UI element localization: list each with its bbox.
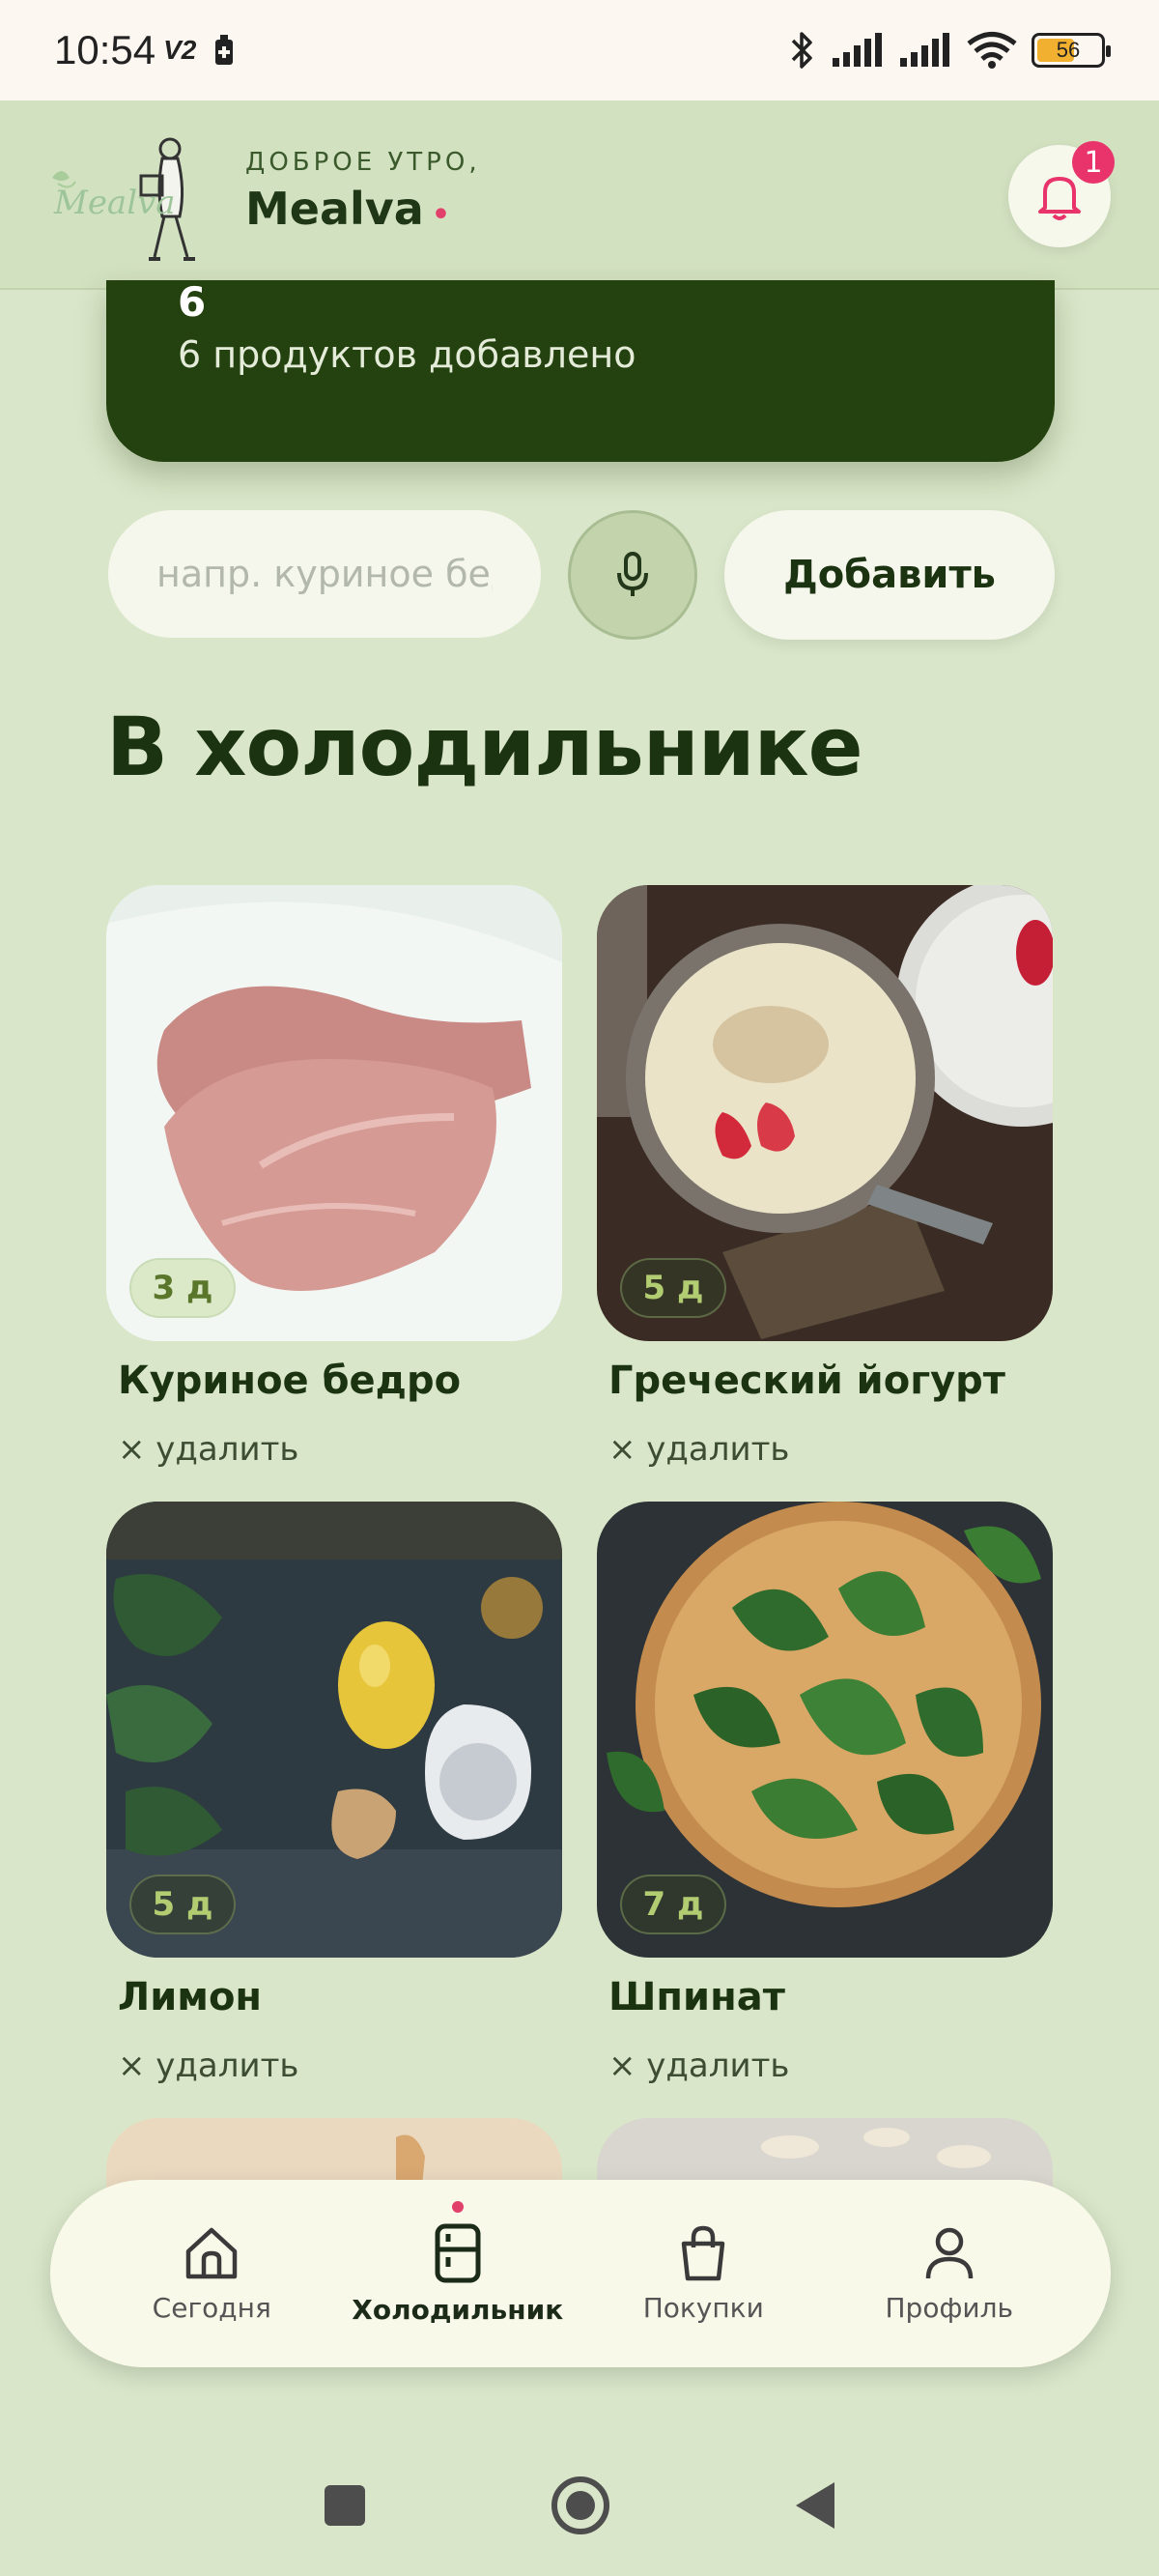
bottom-navigation: Сегодня Холодильник Покупки Профиль bbox=[50, 2180, 1111, 2367]
battery-level: 56 bbox=[1056, 38, 1081, 62]
status-icons: 56 bbox=[788, 29, 1111, 72]
active-indicator bbox=[451, 2200, 464, 2213]
mealva-logo: Mealva bbox=[48, 122, 212, 267]
nav-fridge[interactable]: Холодильник bbox=[342, 2200, 574, 2326]
greeting-subtitle: ДОБРОЕ УТРО, bbox=[245, 148, 481, 177]
recent-apps-icon[interactable] bbox=[323, 2483, 367, 2528]
section-title: В холодильнике bbox=[106, 700, 863, 794]
nav-today[interactable]: Сегодня bbox=[96, 2224, 327, 2324]
system-navigation bbox=[0, 2435, 1159, 2576]
product-name: Лимон bbox=[118, 1975, 263, 2019]
status-network-label: V2 bbox=[163, 35, 197, 65]
wifi-icon bbox=[967, 32, 1017, 69]
battery-icon: 56 bbox=[1032, 33, 1111, 68]
days-badge: 5 д bbox=[129, 1875, 236, 1934]
nav-label: Покупки bbox=[642, 2291, 764, 2324]
nav-shopping[interactable]: Покупки bbox=[587, 2224, 819, 2324]
accent-dot: • bbox=[431, 198, 450, 232]
lemon-image: 5 д bbox=[106, 1502, 562, 1958]
screen: 10:54 V2 56 Mealva ДОБРОЕ УТРО, Mealva •… bbox=[0, 0, 1159, 2576]
summary-text: 6 продуктов добавлено bbox=[178, 333, 636, 376]
signal-icon bbox=[833, 33, 882, 67]
fridge-icon bbox=[435, 2223, 481, 2282]
product-name: Греческий йогурт bbox=[608, 1359, 1005, 1403]
days-badge: 5 д bbox=[620, 1258, 726, 1318]
summary-card: 6 6 продуктов добавлено bbox=[106, 278, 1055, 462]
product-name: Куриное бедро bbox=[118, 1359, 462, 1403]
logo-text: Mealva bbox=[54, 184, 176, 222]
summary-count: 6 bbox=[178, 278, 207, 326]
nav-label: Сегодня bbox=[152, 2291, 271, 2324]
add-button[interactable]: Добавить bbox=[724, 510, 1055, 640]
greek-yogurt-image: 5 д bbox=[597, 885, 1053, 1341]
remove-button[interactable]: × удалить bbox=[118, 1430, 562, 1469]
chicken-thigh-image: 3 д bbox=[106, 885, 562, 1341]
microphone-icon bbox=[617, 552, 648, 596]
nav-label: Холодильник bbox=[352, 2293, 564, 2326]
user-icon bbox=[925, 2227, 973, 2278]
user-name: Mealva bbox=[245, 183, 424, 235]
product-card-spinach[interactable]: 7 д Шпинат × удалить bbox=[597, 1502, 1053, 2085]
notifications-button[interactable]: 1 bbox=[1008, 141, 1115, 247]
remove-button[interactable]: × удалить bbox=[608, 2046, 1053, 2085]
product-card-lemon[interactable]: 5 д Лимон × удалить bbox=[106, 1502, 562, 2085]
bluetooth-icon bbox=[791, 32, 812, 69]
notification-badge: 1 bbox=[1072, 141, 1115, 184]
nav-profile[interactable]: Профиль bbox=[834, 2224, 1065, 2324]
signal-icon-2 bbox=[900, 33, 949, 67]
status-time: 10:54 bbox=[54, 27, 156, 72]
status-bar: 10:54 V2 56 bbox=[0, 0, 1159, 100]
days-badge: 3 д bbox=[129, 1258, 236, 1318]
home-icon bbox=[186, 2227, 238, 2278]
product-search-input[interactable] bbox=[108, 510, 541, 638]
home-button-icon[interactable] bbox=[551, 2476, 610, 2535]
product-card-chicken[interactable]: 3 д Куриное бедро × удалить bbox=[106, 885, 562, 1469]
product-card-yogurt[interactable]: 5 д Греческий йогурт × удалить bbox=[597, 885, 1053, 1469]
battery-saver-icon bbox=[215, 35, 234, 65]
voice-input-button[interactable] bbox=[568, 510, 697, 640]
greeting-name-row: Mealva • bbox=[245, 183, 481, 235]
spinach-image: 7 д bbox=[597, 1502, 1053, 1958]
shopping-bag-icon bbox=[682, 2225, 725, 2280]
back-icon[interactable] bbox=[794, 2480, 836, 2531]
greeting: ДОБРОЕ УТРО, Mealva • bbox=[245, 148, 481, 235]
bell-icon bbox=[1038, 177, 1081, 220]
add-product-row: Добавить bbox=[108, 510, 1055, 640]
days-badge: 7 д bbox=[620, 1875, 726, 1934]
product-name: Шпинат bbox=[608, 1975, 785, 2019]
nav-label: Профиль bbox=[885, 2291, 1014, 2324]
remove-button[interactable]: × удалить bbox=[608, 1430, 1053, 1469]
app-header: Mealva ДОБРОЕ УТРО, Mealva • 1 bbox=[0, 100, 1159, 290]
remove-button[interactable]: × удалить bbox=[118, 2046, 562, 2085]
